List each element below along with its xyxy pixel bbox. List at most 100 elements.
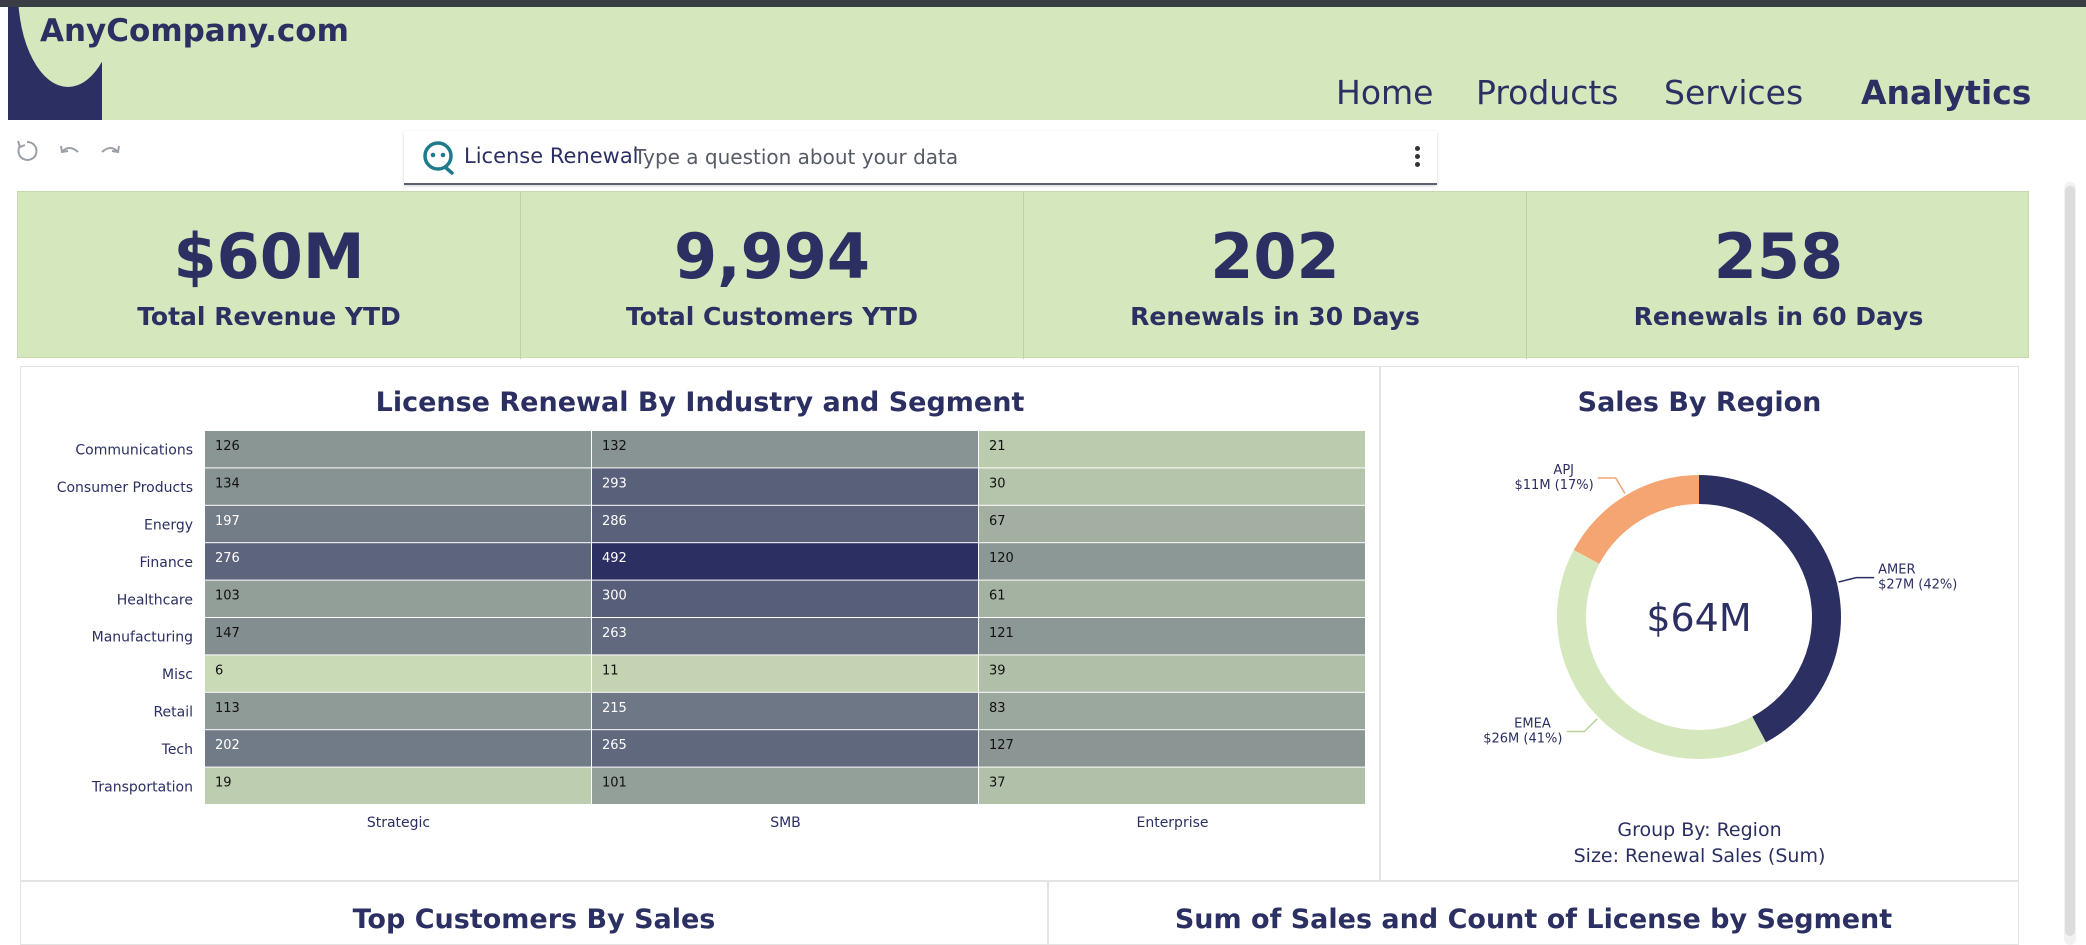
top-customers-panel: Top Customers By Sales [20, 881, 1048, 945]
sales-license-segment-title: Sum of Sales and Count of License by Seg… [1174, 904, 1893, 935]
heatmap-cell[interactable] [592, 655, 978, 692]
heatmap-cell-value: 126 [215, 439, 240, 454]
heatmap-cell[interactable] [979, 431, 1365, 468]
heatmap-cell[interactable] [592, 431, 978, 468]
heatmap-cell[interactable] [979, 505, 1365, 543]
donut-size: Size: Renewal Sales (Sum) [1573, 845, 1826, 867]
heatmap-cell-value: 121 [989, 626, 1014, 641]
heatmap-cell[interactable] [592, 580, 978, 617]
heatmap-cell-value: 492 [602, 551, 627, 566]
heatmap-cell[interactable] [205, 692, 591, 730]
donut-label-name: AMER [1878, 563, 1915, 578]
heatmap-cell[interactable] [979, 618, 1365, 655]
kpi-label: Renewals in 60 Days [1633, 302, 1924, 331]
heatmap-panel: License Renewal By Industry and Segment … [20, 366, 1380, 881]
heatmap-cell-value: 202 [215, 738, 240, 753]
heatmap-cell[interactable] [205, 580, 591, 617]
site-header: AnyCompany.com Home Products Services An… [8, 7, 2086, 120]
q-search-bar: License Renewal [404, 131, 1437, 185]
heatmap-cell[interactable] [592, 505, 978, 543]
heatmap-cell-value: 300 [602, 589, 627, 604]
heatmap-cell-value: 276 [215, 551, 240, 566]
heatmap-cell-value: 265 [602, 738, 627, 753]
heatmap-cell[interactable] [979, 655, 1365, 692]
heatmap-row-label: Finance [139, 555, 193, 571]
q-assistant-icon [423, 141, 454, 175]
logo-text[interactable]: AnyCompany.com [40, 13, 349, 49]
heatmap-cell[interactable] [592, 767, 978, 804]
heatmap-cell-value: 30 [989, 476, 1006, 491]
kpi-value: 258 [1713, 220, 1844, 293]
heatmap-cell[interactable] [205, 431, 591, 468]
sales-by-region-panel: Sales By Region AMER $27M (42%) EMEA $26M (… [1380, 366, 2019, 881]
donut-chart: AMER$27M (42%) EMEA$26M (41%) APJ$11M (17%… [1483, 463, 1957, 759]
heatmap-row-label: Transportation [91, 779, 193, 795]
heatmap-cell-value: 197 [215, 514, 240, 529]
page-scrollbar[interactable] [2064, 182, 2076, 945]
heatmap-row-label: Communications [75, 443, 193, 459]
kpi-value: $60M [173, 220, 365, 293]
heatmap-cell[interactable] [979, 767, 1365, 804]
kpi-value: 9,994 [673, 220, 871, 293]
heatmap-cell[interactable] [592, 618, 978, 655]
heatmap-cell-value: 215 [602, 701, 627, 716]
heatmap-cell[interactable] [592, 730, 978, 767]
nav-home[interactable]: Home [1336, 73, 1433, 112]
heatmap-cell[interactable] [205, 618, 591, 655]
heatmap-cell-value: 19 [215, 776, 232, 791]
sales-license-segment-panel: Sum of Sales and Count of License by Seg… [1048, 881, 2019, 945]
kpi-total-revenue[interactable]: $60M Total Revenue YTD [18, 192, 521, 359]
donut-label-value: $11M (17%) [1515, 478, 1594, 493]
heatmap-cell-value: 120 [989, 551, 1014, 566]
heatmap-row-label: Energy [144, 518, 193, 534]
q-question-input[interactable] [634, 139, 1354, 175]
donut-leader-line [1597, 477, 1626, 494]
heatmap-row-label: Healthcare [117, 592, 193, 608]
heatmap-cell[interactable] [592, 692, 978, 730]
heatmap-cell-value: 127 [989, 738, 1014, 753]
nav-products[interactable]: Products [1476, 73, 1619, 112]
kpi-row: $60M Total Revenue YTD 9,994 Total Custo… [17, 191, 2030, 359]
heatmap-cell[interactable] [205, 543, 591, 580]
donut-leader-line [1838, 576, 1875, 583]
donut-leader-line [1566, 718, 1598, 733]
heatmap-cell[interactable] [205, 767, 591, 804]
undo-icon[interactable] [56, 138, 82, 164]
nav-services[interactable]: Services [1664, 73, 1803, 112]
donut-label-name: APJ [1553, 463, 1574, 478]
kpi-renewals-60[interactable]: 258 Renewals in 60 Days [1527, 192, 2030, 359]
top-customers-title: Top Customers By Sales [352, 904, 716, 935]
heatmap-cell-value: 263 [602, 626, 627, 641]
heatmap-cell[interactable] [979, 543, 1365, 580]
heatmap-cell-value: 103 [215, 589, 240, 604]
q-more-menu-icon[interactable] [1411, 143, 1423, 173]
heatmap-cell-value: 11 [602, 663, 619, 678]
heatmap-cell[interactable] [979, 692, 1365, 730]
donut-label-value: $26M (41%) [1483, 732, 1562, 747]
heatmap-cell-value: 37 [989, 776, 1006, 791]
redo-icon[interactable] [98, 138, 124, 164]
scrollbar-thumb[interactable] [2065, 186, 2075, 936]
heatmap-cell[interactable] [979, 730, 1365, 767]
heatmap-row-label: Tech [161, 742, 193, 758]
donut-group-by: Group By: Region [1617, 819, 1782, 841]
heatmap-cell[interactable] [979, 580, 1365, 617]
heatmap-row-label: Consumer Products [57, 480, 193, 496]
heatmap-cell[interactable] [592, 468, 978, 505]
kpi-renewals-30[interactable]: 202 Renewals in 30 Days [1024, 192, 1527, 359]
donut-label-value: $27M (42%) [1878, 578, 1957, 593]
reset-icon[interactable] [14, 138, 40, 164]
heatmap-cell[interactable] [205, 505, 591, 543]
donut-label-name: EMEA [1514, 717, 1551, 732]
heatmap-cell[interactable] [592, 543, 978, 580]
kpi-total-customers[interactable]: 9,994 Total Customers YTD [521, 192, 1024, 359]
kpi-label: Renewals in 30 Days [1130, 302, 1420, 331]
heatmap-cell[interactable] [205, 468, 591, 505]
heatmap-row-label: Misc [162, 667, 193, 683]
nav-analytics[interactable]: Analytics [1861, 73, 2031, 112]
heatmap-cell[interactable] [205, 655, 591, 692]
heatmap-cell[interactable] [205, 730, 591, 767]
heatmap-cell-value: 286 [602, 514, 627, 529]
heatmap-cell[interactable] [979, 468, 1365, 505]
q-topic-label[interactable]: License Renewal [464, 144, 639, 168]
